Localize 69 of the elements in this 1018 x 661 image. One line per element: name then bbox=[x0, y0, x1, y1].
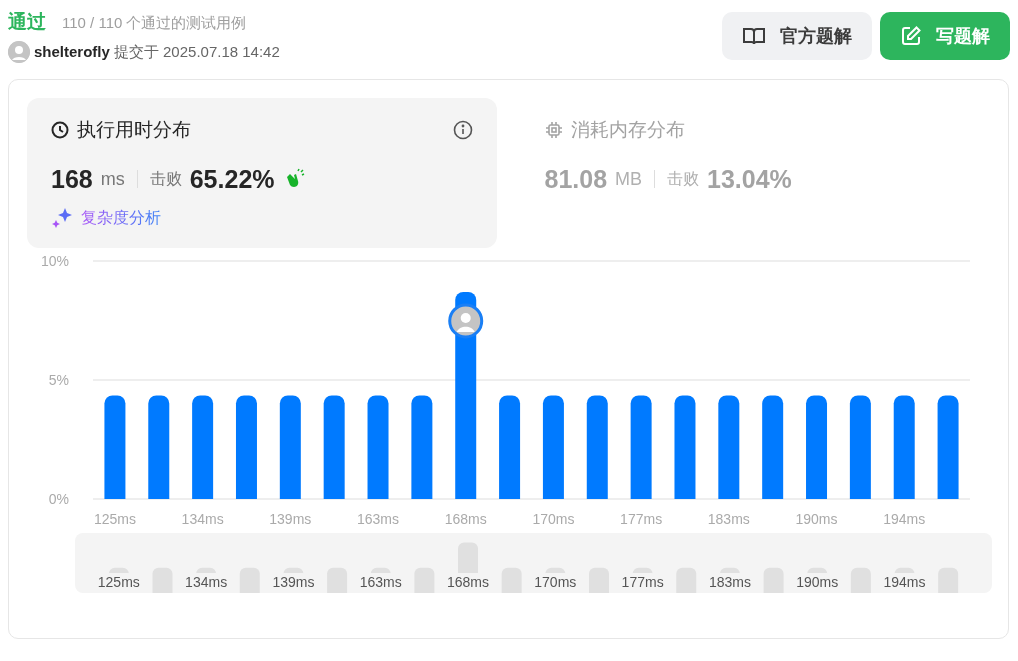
histogram-bar[interactable] bbox=[411, 395, 433, 499]
histogram-bar[interactable] bbox=[893, 395, 915, 499]
histogram-bar[interactable] bbox=[148, 395, 170, 499]
beats-label: 击败 bbox=[667, 169, 700, 190]
histogram-bar[interactable] bbox=[236, 395, 257, 499]
overview-bar bbox=[327, 567, 348, 593]
sparkle-icon bbox=[51, 207, 73, 229]
stat-value: 168 bbox=[51, 163, 93, 195]
x-axis-label: 125ms bbox=[93, 511, 136, 527]
stat-value: 81.08 bbox=[544, 163, 608, 195]
histogram-bar[interactable] bbox=[323, 395, 345, 499]
panel-title: 执行用时分布 bbox=[77, 118, 191, 142]
official-solution-button[interactable]: 官方题解 bbox=[722, 12, 872, 60]
histogram-bar[interactable] bbox=[806, 395, 828, 499]
status-text: 通过 bbox=[8, 10, 46, 34]
histogram-bar[interactable] bbox=[192, 395, 214, 499]
info-icon[interactable] bbox=[452, 120, 473, 141]
y-axis-label: 5% bbox=[48, 372, 69, 388]
histogram-bar[interactable] bbox=[279, 395, 301, 499]
x-axis-label: 139ms bbox=[269, 511, 312, 527]
username[interactable]: shelterofly bbox=[34, 40, 110, 63]
x-axis-label: 183ms bbox=[707, 511, 750, 527]
overview-label: 190ms bbox=[796, 574, 839, 590]
clock-icon bbox=[51, 121, 69, 140]
overview-label: 163ms bbox=[359, 574, 402, 590]
overview-label: 194ms bbox=[883, 574, 926, 590]
beats-percentage: 65.22% bbox=[189, 163, 275, 195]
overview-label: 168ms bbox=[447, 574, 490, 590]
histogram-bar[interactable] bbox=[542, 395, 564, 499]
histogram-bar[interactable] bbox=[762, 395, 784, 499]
histogram-bar[interactable] bbox=[630, 395, 652, 499]
stat-unit: ms bbox=[100, 167, 125, 191]
chip-icon bbox=[544, 121, 563, 140]
x-axis-label: 194ms bbox=[883, 511, 926, 527]
overview-label: 183ms bbox=[708, 574, 751, 590]
overview-label: 170ms bbox=[534, 574, 577, 590]
x-axis-label: 134ms bbox=[181, 511, 224, 527]
x-axis-label: 177ms bbox=[620, 511, 663, 527]
histogram-bar[interactable] bbox=[718, 395, 740, 499]
histogram-bar[interactable] bbox=[849, 395, 871, 499]
beats-percentage: 13.04% bbox=[707, 163, 792, 195]
histogram-bar[interactable] bbox=[586, 395, 608, 499]
x-axis-label: 163ms bbox=[357, 511, 400, 527]
beats-label: 击败 bbox=[149, 169, 182, 190]
x-axis-label: 190ms bbox=[795, 511, 838, 527]
histogram-bar[interactable] bbox=[674, 395, 696, 499]
y-axis-label: 0% bbox=[48, 491, 69, 507]
histogram-bar[interactable] bbox=[367, 395, 389, 499]
panel-title: 消耗内存分布 bbox=[570, 118, 685, 142]
overview-label: 134ms bbox=[185, 574, 228, 590]
stat-panel[interactable]: 执行用时分布 168 ms 击败 65.22% 复杂度分析 bbox=[27, 98, 497, 248]
y-axis-label: 10% bbox=[40, 253, 69, 269]
avatar-marker bbox=[448, 303, 484, 339]
overview-label: 125ms bbox=[97, 574, 140, 590]
overview-label: 177ms bbox=[621, 574, 664, 590]
book-icon bbox=[742, 26, 766, 46]
histogram-bar[interactable] bbox=[937, 395, 959, 499]
stat-unit: MB bbox=[615, 167, 643, 191]
submission-time: 提交于 2025.07.18 14:42 bbox=[113, 41, 280, 62]
overview-navigator[interactable]: 125ms 134ms 139ms 163ms 168ms 170ms 177ms 183ms 190ms 194ms bbox=[75, 533, 992, 593]
edit-icon bbox=[900, 25, 922, 47]
x-axis-label: 168ms bbox=[444, 511, 487, 527]
overview-bar bbox=[414, 567, 435, 593]
histogram-bar[interactable] bbox=[499, 395, 521, 499]
x-axis-label: 170ms bbox=[532, 511, 575, 527]
avatar-icon bbox=[8, 40, 30, 63]
overview-label: 139ms bbox=[272, 574, 315, 590]
test-summary: 110 / 110 个通过的测试用例 bbox=[62, 13, 247, 33]
histogram-bar[interactable] bbox=[104, 395, 126, 499]
